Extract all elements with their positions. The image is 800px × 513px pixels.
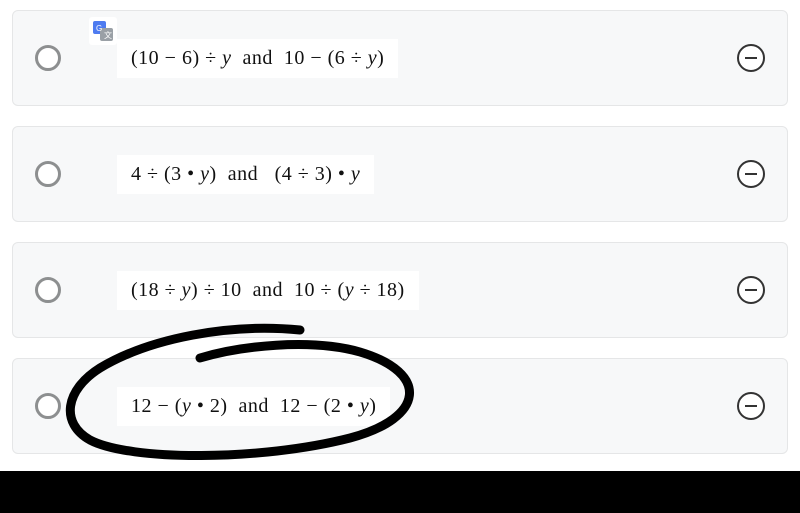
expression-text: 4 ÷ (3 • y) and (4 ÷ 3) • y [117,155,374,194]
minus-icon [745,405,757,407]
expression-text: (18 ÷ y) ÷ 10 and 10 ÷ (y ÷ 18) [117,271,419,310]
translate-icon[interactable]: G 文 [89,17,117,45]
remove-option-button-1[interactable] [737,160,765,188]
expression-text: (10 − 6) ÷ y and 10 − (6 ÷ y) [117,39,398,78]
minus-icon [745,289,757,291]
remove-option-button-0[interactable] [737,44,765,72]
radio-option-1[interactable] [35,161,61,187]
expression-slot: (18 ÷ y) ÷ 10 and 10 ÷ (y ÷ 18) [117,271,737,310]
minus-icon [745,173,757,175]
expression-slot: (10 − 6) ÷ y and 10 − (6 ÷ y) [117,39,737,78]
option-row-0[interactable]: G 文 (10 − 6) ÷ y and 10 − (6 ÷ y) [12,10,788,106]
option-row-3[interactable]: 12 − (y • 2) and 12 − (2 • y) [12,358,788,454]
expression-slot: 4 ÷ (3 • y) and (4 ÷ 3) • y [117,155,737,194]
radio-option-3[interactable] [35,393,61,419]
remove-option-button-3[interactable] [737,392,765,420]
option-row-2[interactable]: (18 ÷ y) ÷ 10 and 10 ÷ (y ÷ 18) [12,242,788,338]
bottom-black-bar [0,471,800,513]
option-row-1[interactable]: 4 ÷ (3 • y) and (4 ÷ 3) • y [12,126,788,222]
remove-option-button-2[interactable] [737,276,765,304]
radio-option-2[interactable] [35,277,61,303]
expression-slot: 12 − (y • 2) and 12 − (2 • y) [117,387,737,426]
svg-text:文: 文 [104,30,112,40]
minus-icon [745,57,757,59]
question-page: G 文 (10 − 6) ÷ y and 10 − (6 ÷ y) 4 ÷ (3… [0,0,800,513]
radio-option-0[interactable] [35,45,61,71]
svg-text:G: G [96,24,102,33]
expression-text: 12 − (y • 2) and 12 − (2 • y) [117,387,390,426]
